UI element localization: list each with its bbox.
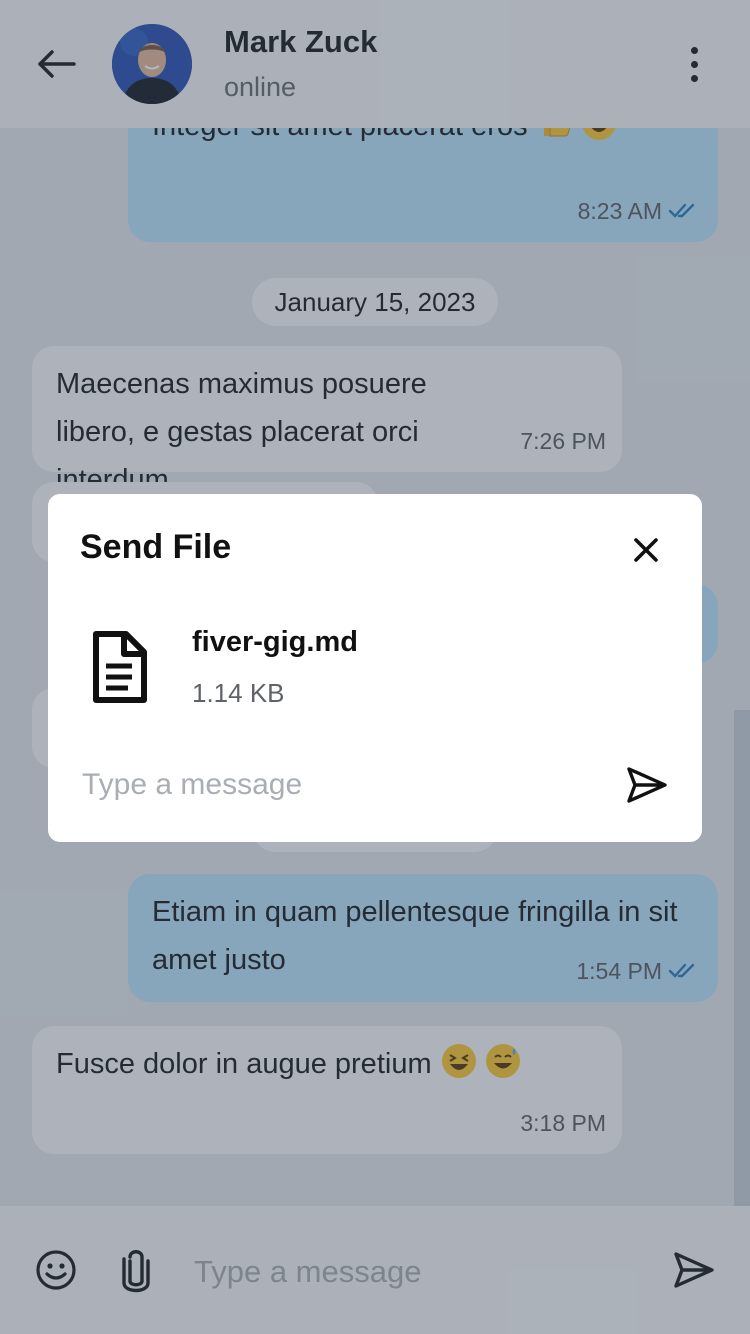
close-button[interactable] <box>626 530 666 570</box>
send-file-button[interactable] <box>622 762 672 808</box>
file-size: 1.14 KB <box>192 678 285 708</box>
send-icon <box>627 767 667 803</box>
document-icon <box>88 630 152 704</box>
file-name: fiver-gig.md <box>192 626 358 658</box>
chat-screen: Mark Zuck online Integer sit amet placer… <box>0 0 750 1334</box>
caption-input[interactable] <box>80 764 604 806</box>
close-icon <box>634 538 658 562</box>
send-file-dialog: Send File fiver-gig.md 1.14 KB <box>48 494 702 842</box>
dialog-title: Send File <box>80 528 232 566</box>
